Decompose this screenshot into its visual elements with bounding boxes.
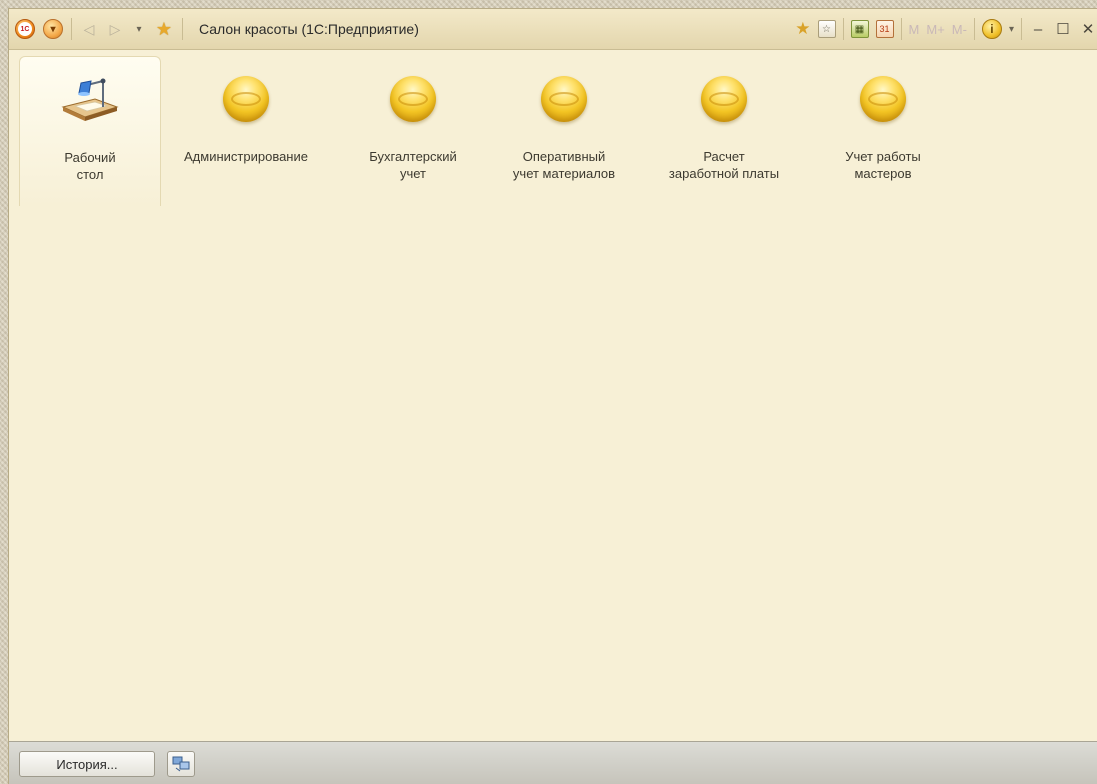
section-label: Бухгалтерский учет xyxy=(369,149,457,181)
window-title: Салон красоты (1С:Предприятие) xyxy=(199,21,419,37)
section-orb-icon xyxy=(701,76,747,122)
toolbar-separator xyxy=(1021,18,1022,40)
history-dropdown-icon[interactable]: ▾ xyxy=(132,24,146,35)
section-orb-icon xyxy=(541,76,587,122)
section-masters-work[interactable]: Учет работы мастеров xyxy=(815,56,951,206)
toolbar-separator xyxy=(71,18,72,40)
section-label: Администрирование xyxy=(184,149,308,164)
toolbar-separator xyxy=(842,18,844,40)
toolbar-separator xyxy=(900,18,902,40)
section-materials[interactable]: Оперативный учет материалов xyxy=(489,56,639,206)
toolbar-separator xyxy=(973,18,975,40)
info-dropdown-icon[interactable]: ▾ xyxy=(1009,24,1014,35)
status-bar: История... xyxy=(9,741,1097,784)
forward-arrow-icon[interactable]: ▷ xyxy=(106,21,124,38)
main-menu-button[interactable]: ▾ xyxy=(43,19,63,39)
main-window: 1С ▾ ◁ ▷ ▾ ★ Салон красоты (1С:Предприят… xyxy=(8,8,1097,784)
section-orb-icon xyxy=(390,76,436,122)
memory-m-button[interactable]: M xyxy=(909,22,920,37)
section-desktop[interactable]: Рабочий стол xyxy=(19,56,161,206)
history-button[interactable]: История... xyxy=(19,751,155,777)
connections-icon xyxy=(172,756,190,772)
section-orb-icon xyxy=(860,76,906,122)
close-icon[interactable]: ✕ xyxy=(1079,20,1097,38)
desktop-lamp-icon xyxy=(61,77,119,123)
memory-m-minus-button[interactable]: M- xyxy=(952,22,967,37)
section-orb-icon xyxy=(223,76,269,122)
section-accounting[interactable]: Бухгалтерский учет xyxy=(343,56,483,206)
section-label: Рабочий стол xyxy=(64,150,116,182)
section-payroll[interactable]: Расчет заработной платы xyxy=(649,56,799,206)
favorites-star-icon[interactable]: ★ xyxy=(154,19,174,40)
info-icon[interactable]: i xyxy=(981,19,1002,39)
maximize-icon[interactable]: ☐ xyxy=(1054,20,1072,38)
minimize-icon[interactable]: – xyxy=(1029,21,1047,38)
chevron-down-icon: ▾ xyxy=(50,23,56,35)
section-label: Учет работы мастеров xyxy=(845,149,921,181)
favorites-list-icon[interactable]: ☆ xyxy=(817,20,836,38)
title-bar: 1С ▾ ◁ ▷ ▾ ★ Салон красоты (1С:Предприят… xyxy=(9,9,1097,50)
title-bar-right: ★ ☆ ▦ 31 M M+ M- i ▾ – ☐ ✕ xyxy=(795,17,1097,41)
add-to-favorites-icon[interactable]: ★ xyxy=(795,19,810,39)
title-bar-left: 1С ▾ ◁ ▷ ▾ ★ Салон красоты (1С:Предприят… xyxy=(15,17,419,41)
sections-panel: Рабочий стол Администрирование Бухгалтер… xyxy=(9,50,1097,210)
logo-1c-icon: 1С xyxy=(18,22,32,36)
section-label: Расчет заработной платы xyxy=(668,149,780,181)
section-administration[interactable]: Администрирование xyxy=(171,56,321,206)
app-logo-button[interactable]: 1С xyxy=(15,19,35,39)
connections-button[interactable] xyxy=(167,751,195,777)
toolbar-separator xyxy=(182,18,183,40)
calculator-icon[interactable]: ▦ xyxy=(850,20,869,38)
calendar-icon[interactable]: 31 xyxy=(875,20,894,38)
section-label: Оперативный учет материалов xyxy=(512,149,616,181)
back-arrow-icon[interactable]: ◁ xyxy=(80,21,98,38)
memory-m-plus-button[interactable]: M+ xyxy=(926,22,944,37)
